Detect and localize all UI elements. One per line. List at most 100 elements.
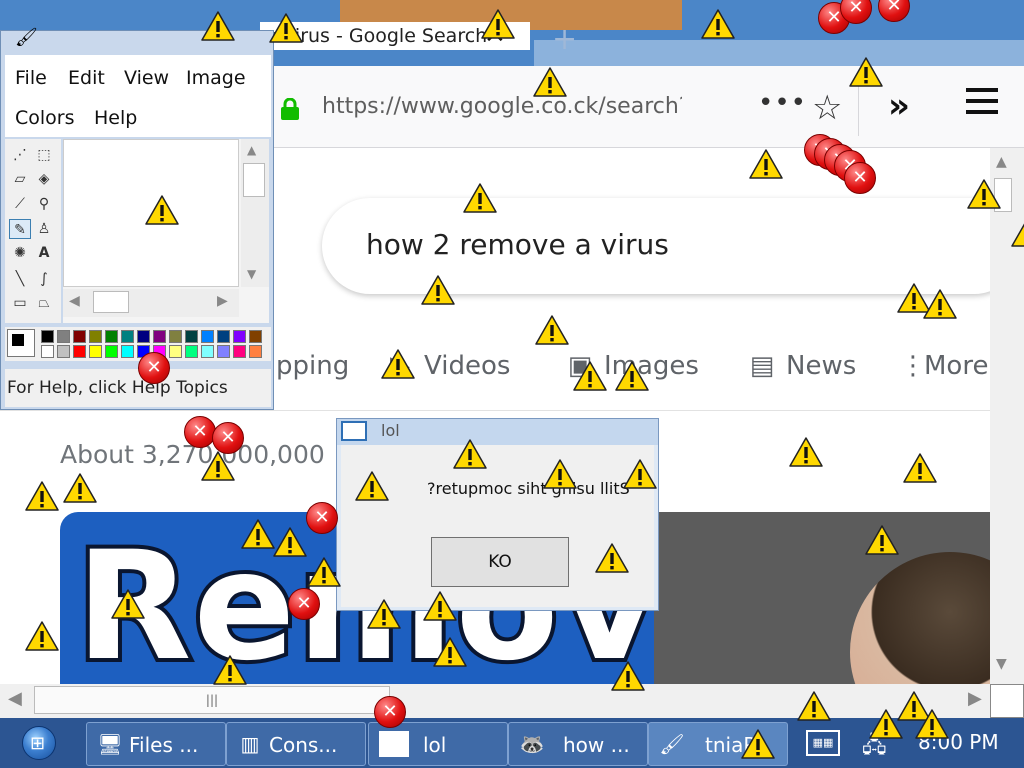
warning-icon[interactable] bbox=[594, 542, 630, 574]
warning-icon[interactable] bbox=[272, 526, 308, 558]
palette-swatch[interactable] bbox=[233, 345, 246, 358]
warning-icon[interactable] bbox=[966, 178, 1002, 210]
menu-image[interactable]: Image bbox=[186, 67, 246, 89]
warning-icon[interactable] bbox=[432, 636, 468, 668]
warning-icon[interactable] bbox=[380, 348, 416, 380]
palette-swatch[interactable] bbox=[169, 345, 182, 358]
menu-help[interactable]: Help bbox=[94, 107, 137, 129]
menu-view[interactable]: View bbox=[124, 67, 169, 89]
warning-icon[interactable] bbox=[532, 66, 568, 98]
paint-vscroll-thumb[interactable] bbox=[243, 163, 265, 197]
error-icon[interactable]: ✕ bbox=[212, 422, 244, 454]
menu-file[interactable]: File bbox=[15, 67, 47, 89]
palette-swatch[interactable] bbox=[185, 345, 198, 358]
palette-swatch[interactable] bbox=[137, 330, 150, 343]
warning-icon[interactable] bbox=[700, 8, 736, 40]
url-bar[interactable]: https://www.google.co.ck/search?q bbox=[322, 94, 682, 119]
taskbar-item-files[interactable]: 🖥 Files ... bbox=[86, 722, 226, 766]
palette-swatch[interactable] bbox=[89, 345, 102, 358]
warning-icon[interactable] bbox=[868, 708, 904, 740]
palette-swatch[interactable] bbox=[89, 330, 102, 343]
warning-icon[interactable] bbox=[748, 148, 784, 180]
scroll-up-icon[interactable]: ▲ bbox=[996, 154, 1007, 170]
error-icon[interactable]: ✕ bbox=[184, 416, 216, 448]
palette-swatch[interactable] bbox=[233, 330, 246, 343]
warning-icon[interactable] bbox=[306, 556, 342, 588]
line-icon[interactable]: ╲ bbox=[9, 269, 31, 289]
text-tool-icon[interactable]: A bbox=[33, 243, 55, 263]
palette-swatch[interactable] bbox=[57, 330, 70, 343]
color-picker-icon[interactable]: ⟋ bbox=[9, 194, 31, 214]
palette-swatch[interactable] bbox=[57, 345, 70, 358]
scroll-left-icon[interactable]: ◀ bbox=[8, 688, 22, 709]
palette-swatch[interactable] bbox=[249, 345, 262, 358]
palette-swatch[interactable] bbox=[121, 330, 134, 343]
free-select-icon[interactable]: ⋰ bbox=[9, 145, 31, 165]
menu-edit[interactable]: Edit bbox=[68, 67, 105, 89]
palette-swatch[interactable] bbox=[217, 330, 230, 343]
paint-vertical-scrollbar[interactable]: ▲ ▼ bbox=[241, 139, 269, 287]
airbrush-icon[interactable]: ✺ bbox=[9, 243, 31, 263]
scroll-down-icon[interactable]: ▼ bbox=[996, 656, 1007, 672]
hamburger-menu-icon[interactable] bbox=[966, 88, 998, 118]
warning-icon[interactable] bbox=[462, 182, 498, 214]
paint-horizontal-scrollbar[interactable]: ◀ ▶ bbox=[63, 289, 239, 317]
palette-swatch[interactable] bbox=[41, 345, 54, 358]
warning-icon[interactable] bbox=[240, 518, 276, 550]
taskbar-item-console[interactable]: ▥ Cons... bbox=[226, 722, 366, 766]
overflow-chevron-icon[interactable]: » bbox=[888, 86, 910, 126]
warning-icon[interactable] bbox=[268, 12, 304, 44]
palette-swatch[interactable] bbox=[249, 330, 262, 343]
warning-icon[interactable] bbox=[542, 458, 578, 490]
new-tab-button[interactable]: + bbox=[552, 22, 577, 57]
warning-icon[interactable] bbox=[24, 480, 60, 512]
brush-icon[interactable]: ♙ bbox=[33, 219, 55, 239]
palette-swatch[interactable] bbox=[153, 330, 166, 343]
curve-icon[interactable]: ∫ bbox=[33, 269, 55, 289]
palette-swatch[interactable] bbox=[201, 330, 214, 343]
warning-icon[interactable] bbox=[572, 360, 608, 392]
paint-window[interactable]: 🖌 File Edit View Image Colors Help ⋰ ⬚ ▱… bbox=[0, 27, 274, 410]
warning-icon[interactable] bbox=[366, 598, 402, 630]
error-icon[interactable]: ✕ bbox=[374, 696, 406, 728]
horizontal-scrollbar[interactable]: ◀ ||| ▶ bbox=[0, 684, 990, 718]
warning-icon[interactable] bbox=[864, 524, 900, 556]
warning-icon[interactable] bbox=[110, 588, 146, 620]
warning-icon[interactable] bbox=[62, 472, 98, 504]
warning-icon[interactable] bbox=[848, 56, 884, 88]
keyboard-icon[interactable]: ▦▦ bbox=[806, 730, 840, 756]
warning-icon[interactable] bbox=[354, 470, 390, 502]
taskbar-item-lol[interactable]: lol bbox=[368, 722, 508, 766]
warning-icon[interactable] bbox=[144, 194, 180, 226]
scroll-right-icon[interactable]: ▶ bbox=[968, 688, 982, 709]
warning-icon[interactable] bbox=[740, 728, 776, 760]
magnifier-icon[interactable]: ⚲ bbox=[33, 194, 55, 214]
error-icon[interactable]: ✕ bbox=[306, 502, 338, 534]
warning-icon[interactable] bbox=[534, 314, 570, 346]
tab-shopping[interactable]: pping bbox=[276, 351, 349, 381]
warning-icon[interactable] bbox=[422, 590, 458, 622]
menu-colors[interactable]: Colors bbox=[15, 107, 75, 129]
palette-swatch[interactable] bbox=[121, 345, 134, 358]
warning-icon[interactable] bbox=[452, 438, 488, 470]
palette-swatch[interactable] bbox=[217, 345, 230, 358]
warning-icon[interactable] bbox=[614, 360, 650, 392]
palette-swatch[interactable] bbox=[169, 330, 182, 343]
warning-icon[interactable] bbox=[622, 458, 658, 490]
error-icon[interactable]: ✕ bbox=[844, 162, 876, 194]
search-query[interactable]: how 2 remove a virus bbox=[366, 228, 669, 261]
tab-news[interactable]: ▤ News bbox=[748, 351, 857, 381]
palette-swatch[interactable] bbox=[73, 330, 86, 343]
polygon-icon[interactable]: ⏢ bbox=[33, 293, 55, 313]
message-dialog[interactable]: lol ?retupmoc siht gnisu llitS KO bbox=[336, 418, 659, 611]
dialog-ok-button[interactable]: KO bbox=[431, 537, 569, 587]
fill-icon[interactable]: ◈ bbox=[33, 169, 55, 189]
paint-scroll-right-icon[interactable]: ▶ bbox=[217, 293, 228, 309]
palette-swatch[interactable] bbox=[41, 330, 54, 343]
warning-icon[interactable] bbox=[1010, 216, 1024, 248]
page-actions-icon[interactable]: ••• bbox=[758, 88, 807, 118]
bookmark-star-icon[interactable]: ☆ bbox=[812, 88, 842, 128]
warning-icon[interactable] bbox=[200, 10, 236, 42]
palette-swatch[interactable] bbox=[201, 345, 214, 358]
warning-icon[interactable] bbox=[914, 708, 950, 740]
